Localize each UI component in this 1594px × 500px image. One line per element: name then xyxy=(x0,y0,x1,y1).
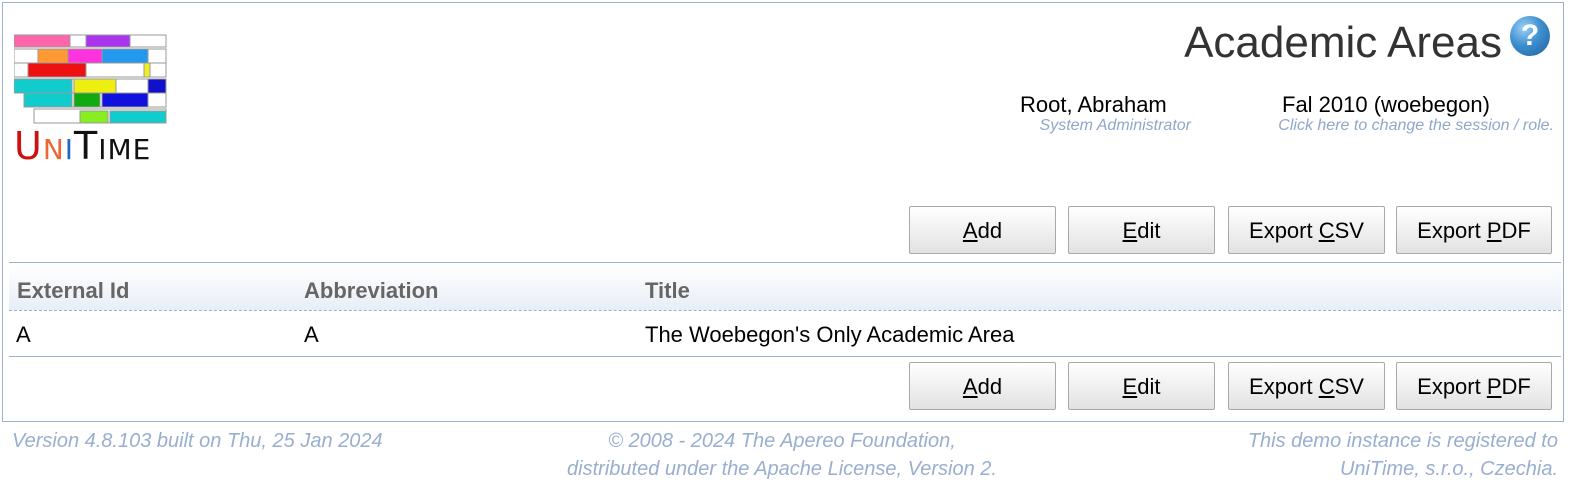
cell-title[interactable]: The Woebegon's Only Academic Area xyxy=(645,322,1014,348)
table-top-divider xyxy=(9,262,1561,263)
footer-copyright-line2[interactable]: distributed under the Apache License, Ve… xyxy=(532,458,1032,481)
export-pdf-button[interactable]: Export PDF xyxy=(1396,206,1552,254)
footer-registration-line1: This demo instance is registered to xyxy=(1247,430,1558,452)
footer-registration-line2: UniTime, s.r.o., Czechia. xyxy=(1339,458,1558,480)
user-role: System Administrator xyxy=(1039,117,1191,134)
column-header-abbreviation[interactable]: Abbreviation xyxy=(304,278,438,304)
add-button[interactable]: Add xyxy=(909,206,1056,254)
user-name: Root, Abraham xyxy=(1020,92,1167,117)
export-csv-button-bottom[interactable]: Export CSV xyxy=(1228,362,1385,410)
page-title: Academic Areas xyxy=(1184,18,1502,67)
column-header-external-id[interactable]: External Id xyxy=(17,278,129,304)
column-header-title[interactable]: Title xyxy=(645,278,690,304)
table-bottom-divider xyxy=(9,356,1561,357)
cell-abbreviation[interactable]: A xyxy=(304,322,319,348)
export-csv-button[interactable]: Export CSV xyxy=(1228,206,1385,254)
session-change-link[interactable]: Click here to change the session / role. xyxy=(1278,117,1554,135)
edit-button-bottom[interactable]: Edit xyxy=(1068,362,1215,410)
session-name[interactable]: Fal 2010 (woebegon) xyxy=(1282,92,1490,118)
export-pdf-button-bottom[interactable]: Export PDF xyxy=(1396,362,1552,410)
add-button-bottom[interactable]: Add xyxy=(909,362,1056,410)
cell-external-id[interactable]: A xyxy=(16,322,31,348)
footer-copyright-line1[interactable]: © 2008 - 2024 The Apereo Foundation, xyxy=(532,430,1032,453)
footer-version: Version 4.8.103 built on Thu, 25 Jan 202… xyxy=(12,430,383,452)
table-header: External Id Abbreviation Title xyxy=(9,264,1561,311)
help-icon[interactable]: ? xyxy=(1510,16,1550,56)
unitime-wordmark: UNITIME xyxy=(14,124,152,168)
edit-button[interactable]: Edit xyxy=(1068,206,1215,254)
